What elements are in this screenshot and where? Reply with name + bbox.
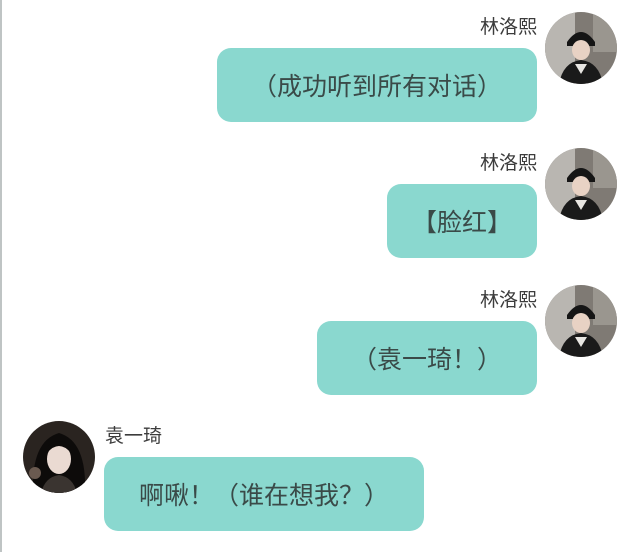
sender-name: 林洛熙 — [479, 289, 537, 311]
user-avatar-icon[interactable] — [23, 421, 95, 493]
user-avatar-icon[interactable] — [545, 285, 617, 357]
message-bubble[interactable]: （成功听到所有对话） — [217, 48, 537, 122]
user-avatar-icon[interactable] — [545, 148, 617, 220]
message-bubble[interactable]: 啊啾！（谁在想我？） — [104, 457, 424, 531]
message-bubble[interactable]: 【脸红】 — [387, 184, 537, 258]
left-edge-divider — [0, 0, 2, 552]
sender-name: 林洛熙 — [479, 16, 537, 38]
message-bubble[interactable]: （袁一琦！） — [317, 321, 537, 395]
sender-name: 林洛熙 — [479, 152, 537, 174]
user-avatar-icon[interactable] — [545, 12, 617, 84]
sender-name: 袁一琦 — [105, 425, 163, 447]
